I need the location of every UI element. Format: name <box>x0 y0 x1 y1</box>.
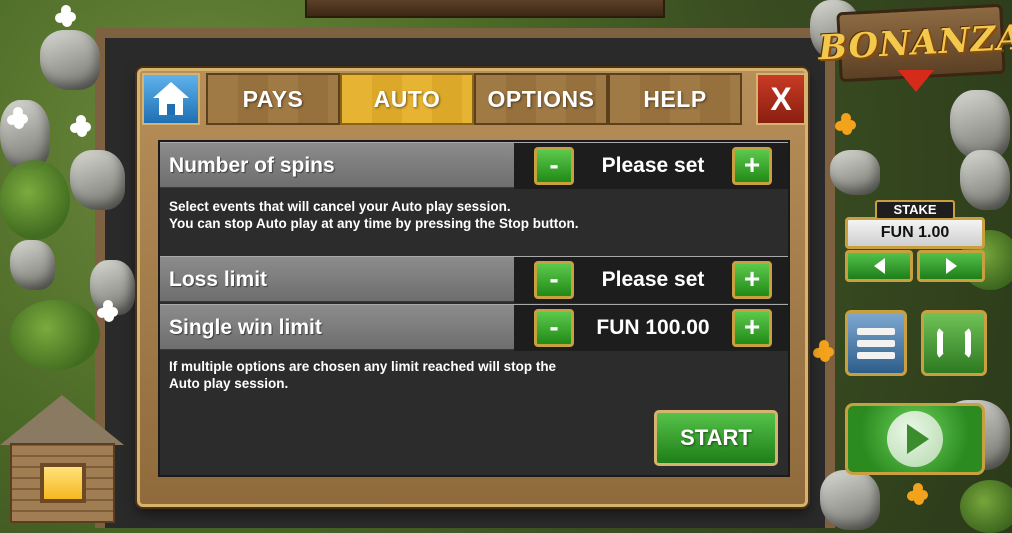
autoplay-button[interactable] <box>921 310 987 376</box>
autoplay-icon <box>937 326 971 360</box>
cabin-roof <box>0 395 124 445</box>
flower-icon <box>60 10 70 20</box>
single-win-limit-increase-button[interactable]: + <box>732 309 772 347</box>
game-logo-text: BONANZA <box>817 17 1012 69</box>
cancel-info-text: Select events that will cancel your Auto… <box>169 198 579 232</box>
menu-icon-bar <box>857 327 895 335</box>
top-sign <box>305 0 665 18</box>
single-win-limit-row: Single win limit - FUN 100.00 + <box>160 304 788 351</box>
cabin-window <box>40 463 86 503</box>
start-button[interactable]: START <box>654 410 778 466</box>
menu-icon-bar <box>857 339 895 347</box>
home-icon <box>153 82 189 116</box>
rock <box>820 470 880 530</box>
tab-help[interactable]: HELP <box>608 73 742 125</box>
stake-label: STAKE <box>875 200 955 220</box>
auto-settings-content: Number of spins - Please set + Select ev… <box>158 140 790 477</box>
single-win-limit-value: FUN 100.00 <box>596 316 710 339</box>
tab-bar: PAYS AUTO OPTIONS HELP X <box>142 73 806 125</box>
tab-pays[interactable]: PAYS <box>206 73 340 125</box>
rock <box>40 30 100 90</box>
limit-info-line: If multiple options are chosen any limit… <box>169 359 557 374</box>
limit-info-text: If multiple options are chosen any limit… <box>169 358 556 392</box>
single-win-limit-label: Single win limit <box>169 316 322 339</box>
cancel-info-line: You can stop Auto play at any time by pr… <box>169 216 579 231</box>
rock <box>10 240 55 290</box>
home-icon-roof <box>153 82 189 98</box>
flower-icon <box>818 345 828 355</box>
spins-decrease-button[interactable]: - <box>534 147 574 185</box>
play-icon <box>907 424 929 454</box>
spin-button[interactable] <box>845 403 985 475</box>
menu-icon-bar <box>857 351 895 359</box>
cancel-info-line: Select events that will cancel your Auto… <box>169 199 511 214</box>
loss-limit-increase-button[interactable]: + <box>732 261 772 299</box>
spins-stepper: - Please set + <box>514 143 788 189</box>
stake-control: FUN 1.00 STAKE <box>845 200 985 282</box>
single-win-limit-decrease-button[interactable]: - <box>534 309 574 347</box>
home-icon-door <box>167 104 175 115</box>
arrow-right-icon <box>945 258 957 274</box>
rock <box>0 100 50 170</box>
stake-decrease-button[interactable] <box>845 250 913 282</box>
foliage <box>10 300 100 370</box>
flower-icon <box>12 112 22 122</box>
loss-limit-row: Loss limit - Please set + <box>160 256 788 303</box>
rock <box>830 150 880 195</box>
loss-limit-label: Loss limit <box>169 268 268 291</box>
loss-limit-value: Please set <box>601 268 705 291</box>
flower-icon <box>840 118 850 128</box>
spins-value: Please set <box>601 154 705 177</box>
arrow-left-icon <box>873 258 885 274</box>
flower-icon <box>912 488 922 498</box>
rock <box>90 260 135 315</box>
cabin <box>0 395 125 525</box>
foliage <box>0 160 70 240</box>
flower-icon <box>102 305 112 315</box>
tab-auto[interactable]: AUTO <box>340 73 474 125</box>
gem-icon <box>898 70 934 92</box>
stake-increase-button[interactable] <box>917 250 985 282</box>
home-button[interactable] <box>142 73 200 125</box>
loss-limit-decrease-button[interactable]: - <box>534 261 574 299</box>
menu-button[interactable] <box>845 310 907 376</box>
foliage <box>960 480 1012 533</box>
stake-value: FUN 1.00 <box>845 217 985 249</box>
flower-icon <box>75 120 85 130</box>
rock <box>70 150 125 210</box>
cabin-body <box>10 443 115 523</box>
close-button[interactable]: X <box>756 73 806 125</box>
spins-row: Number of spins - Please set + <box>160 142 788 189</box>
spins-increase-button[interactable]: + <box>732 147 772 185</box>
auto-play-panel: PAYS AUTO OPTIONS HELP X Number of spins… <box>137 68 808 507</box>
loss-limit-stepper: - Please set + <box>514 257 788 303</box>
spin-circle <box>887 411 943 467</box>
limit-info-line: Auto play session. <box>169 376 289 391</box>
tab-options[interactable]: OPTIONS <box>474 73 608 125</box>
spins-label: Number of spins <box>169 154 335 177</box>
single-win-limit-stepper: - FUN 100.00 + <box>514 305 788 351</box>
